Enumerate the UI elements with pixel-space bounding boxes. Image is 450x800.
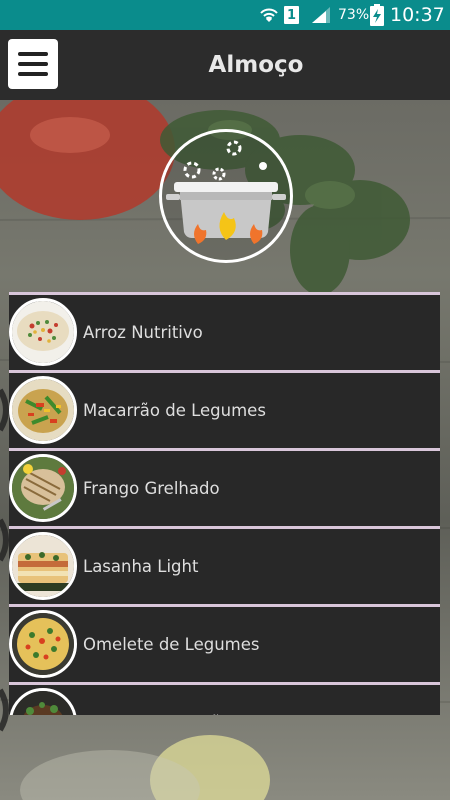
recipe-label: Carne com Agrião	[83, 685, 231, 715]
recipe-thumbnail	[9, 376, 77, 444]
status-time: 10:37	[390, 4, 445, 26]
wifi-icon	[258, 0, 280, 30]
battery-percent: 73%	[338, 7, 370, 23]
recipe-thumbnail	[9, 532, 77, 600]
recipe-thumbnail	[9, 454, 77, 522]
recipe-label: Omelete de Legumes	[83, 635, 260, 654]
page-title: Almoço	[208, 52, 304, 78]
sim-icon: 1	[284, 0, 299, 30]
recipe-label: Macarrão de Legumes	[83, 401, 266, 420]
recipe-label: Arroz Nutritivo	[83, 323, 203, 342]
recipe-thumbnail	[9, 298, 77, 366]
app-bar: Almoço	[0, 30, 450, 100]
list-item-macarrao-de-legumes[interactable]: Macarrão de Legumes	[9, 370, 440, 448]
recipe-label: Frango Grelhado	[83, 479, 220, 498]
list-item-omelete-de-legumes[interactable]: Omelete de Legumes	[9, 604, 440, 682]
cooking-pot-icon	[159, 129, 293, 263]
list-item-arroz-nutritivo[interactable]: Arroz Nutritivo	[9, 292, 440, 370]
battery-charging-icon	[370, 0, 384, 30]
status-bar: 1 73% 10:37	[0, 0, 450, 30]
recipe-thumbnail	[9, 610, 77, 678]
signal-icon	[310, 0, 332, 30]
recipe-list: Arroz Nutritivo Macarrão de Legumes Fran…	[9, 292, 440, 715]
sim-slot-number: 1	[284, 6, 299, 24]
recipe-thumbnail	[9, 688, 77, 715]
list-item-frango-grelhado[interactable]: Frango Grelhado	[9, 448, 440, 526]
list-item-carne-com-agriao[interactable]: Carne com Agrião	[9, 682, 440, 715]
hamburger-menu-icon[interactable]	[8, 39, 58, 89]
recipe-label: Lasanha Light	[83, 557, 199, 576]
list-item-lasanha-light[interactable]: Lasanha Light	[9, 526, 440, 604]
